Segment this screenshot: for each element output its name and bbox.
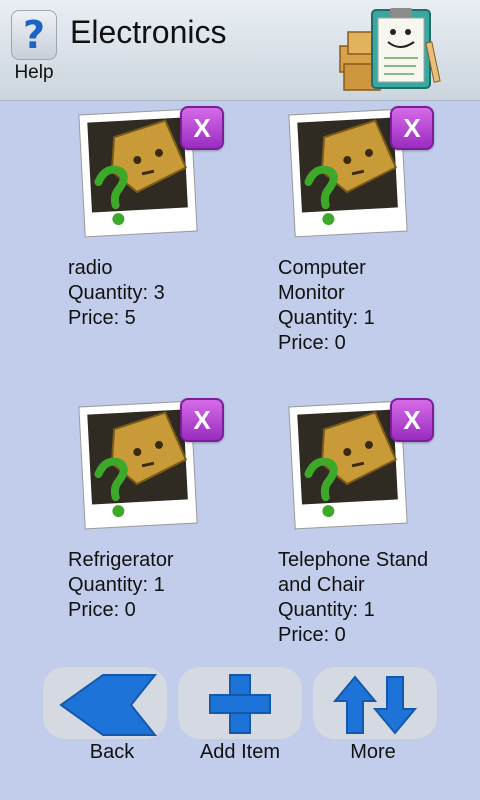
remove-item-button[interactable]: X bbox=[390, 398, 434, 442]
item-quantity: Quantity: 1 bbox=[278, 307, 375, 329]
app-header: ? Help Electronics bbox=[0, 0, 480, 101]
page-title: Electronics bbox=[70, 14, 227, 50]
add-item-button[interactable] bbox=[178, 667, 302, 739]
plus-icon bbox=[209, 674, 271, 734]
back-arrow-icon bbox=[59, 674, 158, 736]
up-down-arrows-icon bbox=[332, 675, 418, 735]
more-label: More bbox=[350, 741, 396, 763]
back-label: Back bbox=[89, 741, 135, 763]
remove-item-button[interactable]: X bbox=[390, 106, 434, 150]
item-card[interactable]: X Refrigerator Quantity: 1 Price: 0 bbox=[68, 398, 268, 623]
help-label: Help bbox=[14, 62, 54, 83]
item-quantity: Quantity: 3 bbox=[68, 282, 165, 304]
item-price: Price: 0 bbox=[278, 332, 346, 354]
remove-item-button[interactable]: X bbox=[180, 398, 224, 442]
item-photo[interactable]: X bbox=[76, 398, 224, 540]
question-mark-icon: ? bbox=[11, 10, 57, 60]
item-price: Price: 0 bbox=[278, 624, 346, 646]
item-photo[interactable]: X bbox=[286, 398, 434, 540]
item-quantity: Quantity: 1 bbox=[278, 599, 375, 621]
item-photo[interactable]: X bbox=[286, 106, 434, 248]
more-button[interactable] bbox=[313, 667, 437, 739]
item-card[interactable]: X Telephone Stand and Chair Quantity: 1 … bbox=[278, 398, 478, 648]
remove-item-button[interactable]: X bbox=[180, 106, 224, 150]
back-button[interactable] bbox=[43, 667, 167, 739]
item-card[interactable]: X Computer Monitor Quantity: 1 Price: 0 bbox=[278, 106, 478, 356]
clipboard-mascot-icon bbox=[339, 8, 441, 91]
item-name: Computer Monitor bbox=[278, 257, 366, 304]
item-card[interactable]: X radio Quantity: 3 Price: 5 bbox=[68, 106, 268, 331]
help-button[interactable]: ? Help bbox=[8, 10, 60, 90]
item-name: Telephone Stand and Chair bbox=[278, 549, 429, 596]
item-photo[interactable]: X bbox=[76, 106, 224, 248]
item-name: radio bbox=[68, 257, 113, 279]
add-item-label: Add Item bbox=[199, 741, 281, 763]
item-quantity: Quantity: 1 bbox=[68, 574, 165, 596]
item-price: Price: 5 bbox=[68, 307, 136, 329]
item-price: Price: 0 bbox=[68, 599, 136, 621]
item-name: Refrigerator bbox=[68, 549, 174, 571]
